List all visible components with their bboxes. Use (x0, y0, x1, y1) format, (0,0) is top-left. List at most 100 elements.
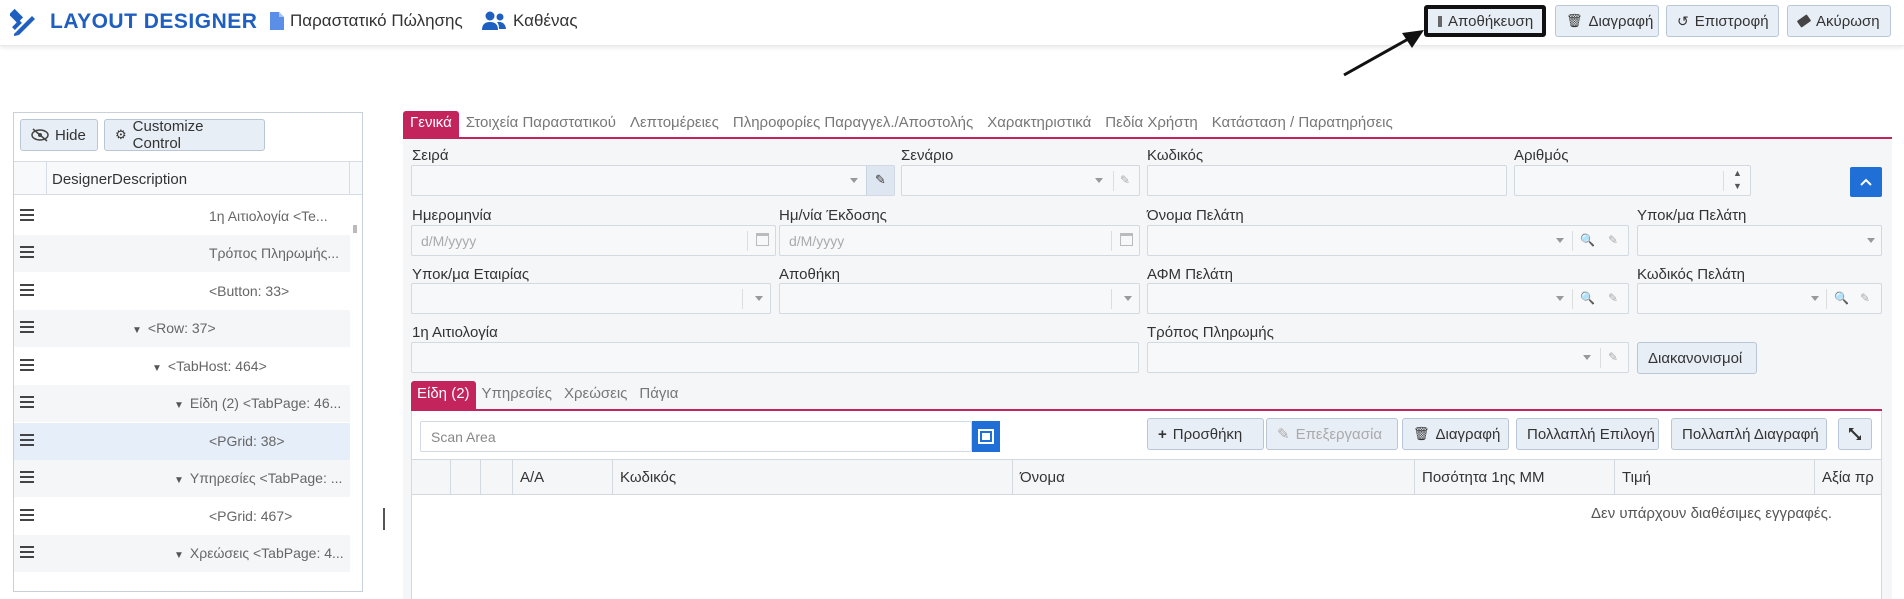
customer-vat-select[interactable]: 🔍 ✎ (1147, 283, 1629, 314)
pencil-icon[interactable]: ✎ (1120, 173, 1130, 187)
pencil-icon[interactable]: ✎ (1860, 291, 1870, 305)
drag-handle-icon[interactable] (20, 321, 34, 333)
column-header-price[interactable]: Τιμή (1615, 460, 1815, 495)
document-type-label: Παραστατικό Πώλησης (290, 11, 463, 30)
tree-item[interactable]: ▼ <TabHost: 464> (14, 348, 350, 385)
add-item-button[interactable]: + Προσθήκη (1147, 418, 1264, 450)
tab-assets[interactable]: Πάγια (633, 381, 684, 409)
code-input[interactable] (1147, 165, 1507, 196)
tab-charges[interactable]: Χρεώσεις (558, 381, 633, 409)
edit-series-button[interactable]: ✎ (866, 166, 894, 195)
drag-handle-icon[interactable] (20, 546, 34, 558)
tab-general[interactable]: Γενικά (403, 111, 459, 137)
tree-item[interactable]: ▼ Υπηρεσίες <TabPage: ... (14, 460, 350, 497)
drag-handle-icon[interactable] (20, 509, 34, 521)
drag-handle-icon[interactable] (20, 246, 34, 258)
tree-item[interactable]: <Button: 33> (14, 273, 350, 310)
drag-handle-icon[interactable] (20, 359, 34, 371)
expand-up-button[interactable] (1850, 167, 1882, 197)
edit-item-button[interactable]: ✎ Επεξεργασία (1266, 418, 1398, 450)
column-header-aa[interactable]: Α/Α (513, 460, 613, 495)
cancel-button[interactable]: Ακύρωση (1787, 5, 1891, 37)
column-header-value[interactable]: Αξία πρ (1815, 460, 1881, 495)
chevron-down-icon (1556, 238, 1564, 243)
tree-scrollbar[interactable] (353, 225, 357, 233)
audience[interactable]: Καθένας (481, 11, 578, 31)
pencil-icon[interactable]: ✎ (1608, 350, 1618, 364)
multi-select-button[interactable]: Πολλαπλή Επιλογή (1516, 418, 1659, 450)
warehouse-select[interactable] (779, 283, 1140, 314)
tab-status-notes[interactable]: Κατάσταση / Παρατηρήσεις (1205, 111, 1400, 137)
caret-down-icon[interactable]: ▼ (132, 325, 142, 336)
tab-characteristics[interactable]: Χαρακτηριστικά (980, 111, 1098, 137)
column-header-code[interactable]: Κωδικός (613, 460, 1013, 495)
scenario-select[interactable]: ✎ (901, 165, 1140, 196)
revert-button[interactable]: ↺ Επιστροφή (1666, 5, 1779, 37)
save-button[interactable]: Αποθήκευση (1424, 5, 1546, 37)
item-tabs: Είδη (2) Υπηρεσίες Χρεώσεις Πάγια (411, 381, 684, 409)
calendar-icon[interactable] (1120, 233, 1133, 246)
date-picker[interactable]: d/M/yyyy (411, 225, 776, 256)
drag-handle-icon[interactable] (20, 396, 34, 408)
issue-date-picker[interactable]: d/M/yyyy (779, 225, 1140, 256)
caret-down-icon[interactable]: ▼ (174, 550, 184, 561)
drag-handle-icon[interactable] (20, 284, 34, 296)
drag-handle-icon[interactable] (20, 209, 34, 221)
company-branch-select[interactable] (411, 283, 771, 314)
tab-document-details[interactable]: Στοιχεία Παραστατικού (459, 111, 623, 137)
stepper-down-icon[interactable]: ▼ (1733, 181, 1742, 191)
grid-select-column[interactable] (412, 460, 451, 495)
search-icon[interactable]: 🔍 (1580, 233, 1595, 247)
tree-item[interactable]: ▼ Χρεώσεις <TabPage: 4... (14, 535, 350, 572)
caret-down-icon[interactable]: ▼ (174, 475, 184, 486)
search-icon[interactable]: 🔍 (1834, 291, 1849, 305)
scan-area-input[interactable]: Scan Area (420, 421, 972, 452)
drag-handle-icon[interactable] (20, 434, 34, 446)
items-grid-header: Α/Α Κωδικός Όνομα Ποσότητα 1ης ΜΜ Τιμή Α… (412, 459, 1881, 495)
document-type[interactable]: Παραστατικό Πώλησης (270, 11, 463, 31)
tab-user-fields[interactable]: Πεδία Χρήστη (1098, 111, 1204, 137)
tab-details[interactable]: Λεπτομέρειες (623, 111, 726, 137)
customer-name-select[interactable]: 🔍 ✎ (1147, 225, 1629, 256)
tree-item[interactable]: Τρόπος Πληρωμής... (14, 235, 350, 272)
warehouse-label: Αποθήκη (779, 266, 841, 283)
search-icon[interactable]: 🔍 (1580, 291, 1595, 305)
tree-item[interactable]: 1η Αιτιολογία <Te... (14, 198, 350, 235)
customize-control-button[interactable]: ⚙ Customize Control (104, 118, 265, 152)
tree-item[interactable]: ▼ Είδη (2) <TabPage: 46... (14, 385, 350, 422)
settlements-button[interactable]: Διακανονισμοί (1637, 342, 1757, 374)
stepper-up-icon[interactable]: ▲ (1733, 168, 1742, 178)
tree-item[interactable]: <PGrid: 467> (14, 498, 350, 535)
pencil-icon[interactable]: ✎ (1608, 291, 1618, 305)
delete-button[interactable]: 🗑 Διαγραφή (1555, 5, 1659, 37)
delete-item-button[interactable]: 🗑 Διαγραφή (1402, 418, 1509, 450)
caret-down-icon[interactable]: ▼ (152, 363, 162, 374)
tab-order-shipping[interactable]: Πληροφορίες Παραγγελ./Αποστολής (726, 111, 980, 137)
caret-down-icon[interactable]: ▼ (174, 400, 184, 411)
series-label: Σειρά (412, 147, 449, 164)
customer-name-label: Όνομα Πελάτη (1147, 207, 1244, 224)
payment-method-select[interactable]: ✎ (1147, 342, 1629, 373)
pencil-icon[interactable]: ✎ (1608, 233, 1618, 247)
column-header-designer-description: DesignerDescription (52, 171, 188, 188)
tab-services[interactable]: Υπηρεσίες (476, 381, 558, 409)
drag-handle-icon[interactable] (20, 471, 34, 483)
multi-delete-button[interactable]: Πολλαπλή Διαγραφή (1671, 418, 1827, 450)
fullscreen-button[interactable] (1838, 418, 1872, 450)
column-header-name[interactable]: Όνομα (1013, 460, 1415, 495)
first-reason-input[interactable] (411, 342, 1139, 373)
scan-button[interactable] (972, 421, 1000, 452)
users-icon (482, 11, 506, 30)
series-select[interactable]: ✎ (411, 165, 895, 196)
tree-item[interactable]: ▼ <Row: 37> (14, 310, 350, 347)
tree-item-selected[interactable]: <PGrid: 38> (14, 423, 350, 460)
customer-branch-select[interactable] (1637, 225, 1882, 256)
calendar-icon[interactable] (756, 233, 769, 246)
customer-code-select[interactable]: 🔍 ✎ (1637, 283, 1882, 314)
column-header-quantity[interactable]: Ποσότητα 1ης ΜΜ (1415, 460, 1615, 495)
tab-items[interactable]: Είδη (2) (411, 381, 476, 409)
hide-button[interactable]: Hide (20, 119, 98, 151)
panel-splitter[interactable] (383, 508, 385, 530)
barcode-scan-icon (978, 429, 994, 444)
number-stepper[interactable]: ▲ ▼ (1514, 165, 1751, 196)
